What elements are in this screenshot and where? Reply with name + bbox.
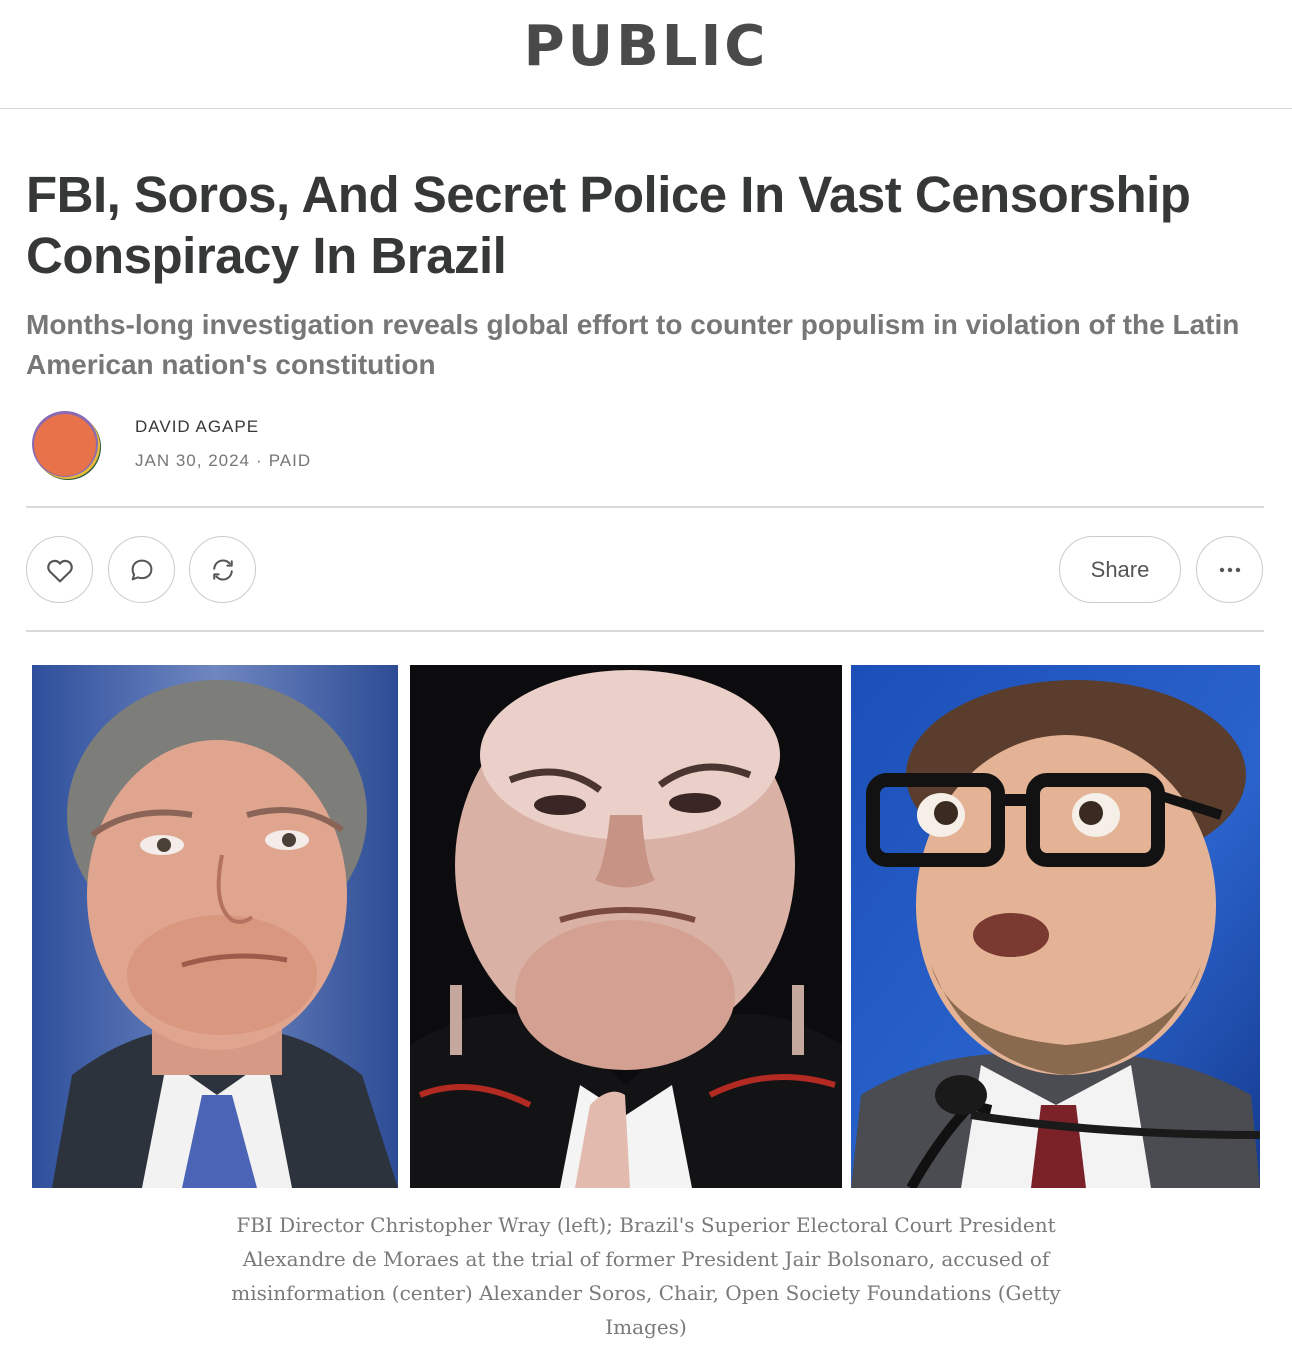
photo-right	[851, 665, 1260, 1188]
share-button[interactable]: Share	[1059, 536, 1181, 603]
comment-icon	[131, 559, 152, 580]
site-header: PUBLIC	[0, 0, 1292, 109]
divider-bottom	[26, 630, 1264, 632]
photo-center	[410, 665, 842, 1188]
ellipsis-icon	[1219, 567, 1240, 572]
heart-icon	[46, 559, 73, 582]
photo-left	[32, 665, 398, 1188]
avatar-image	[32, 411, 101, 480]
more-options-button[interactable]	[1196, 536, 1263, 603]
divider-top	[26, 506, 1264, 508]
author-avatar[interactable]	[30, 409, 102, 481]
comment-button[interactable]	[108, 536, 175, 603]
restack-icon	[212, 558, 233, 581]
access-badge: PAID	[268, 451, 312, 470]
restack-button[interactable]	[189, 536, 256, 603]
image-caption: FBI Director Christopher Wray (left); Br…	[231, 1213, 1061, 1339]
meta-separator: ·	[256, 451, 263, 470]
post-title: FBI, Soros, And Secret Police In Vast Ce…	[26, 166, 1191, 284]
post-subtitle: Months-long investigation reveals global…	[26, 309, 1240, 380]
post-meta: JAN 30, 2024 · PAID	[135, 451, 311, 471]
author-name[interactable]: DAVID AGAPE	[135, 417, 259, 437]
like-button[interactable]	[26, 536, 93, 603]
publication-logo[interactable]: PUBLIC	[0, 14, 1292, 79]
post-date: JAN 30, 2024	[135, 451, 251, 470]
